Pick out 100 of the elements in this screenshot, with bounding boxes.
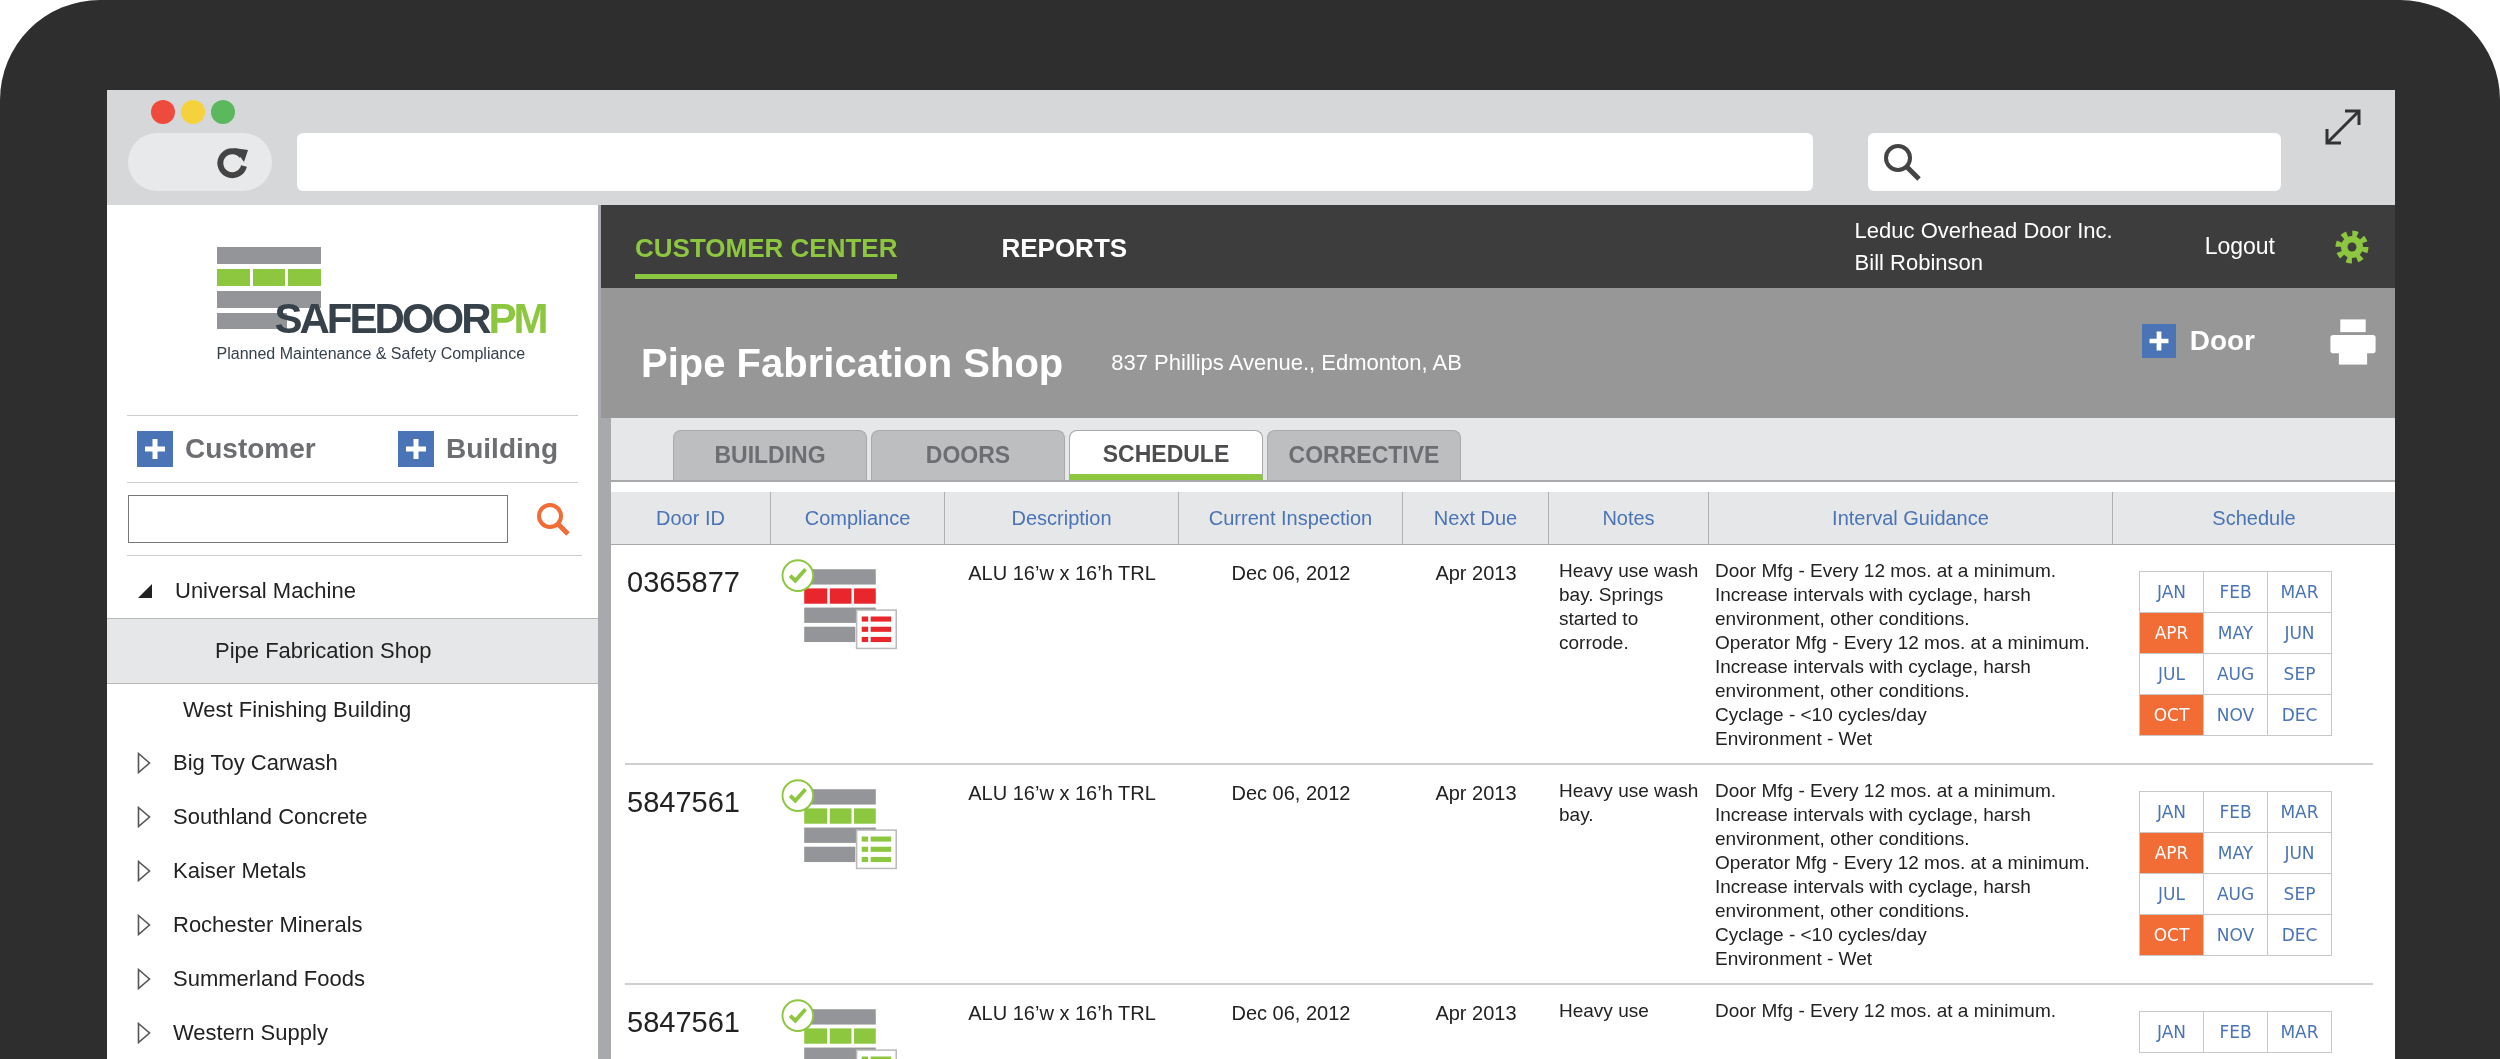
month-cell[interactable]: MAY xyxy=(2204,833,2268,874)
month-cell[interactable]: JUL xyxy=(2140,654,2204,695)
description-cell-text: ALU 16’w x 16’h TRL xyxy=(967,561,1157,586)
guidance-text: Environment - Wet xyxy=(1715,947,1873,971)
month-cell[interactable]: JUN xyxy=(2268,613,2332,654)
collapsed-triangle-icon[interactable] xyxy=(137,1022,151,1044)
search-icon[interactable] xyxy=(536,502,570,536)
month-cell[interactable]: SEP xyxy=(2268,654,2332,695)
tree-item[interactable]: Pipe Fabrication Shop xyxy=(107,618,598,684)
tab[interactable]: BUILDING xyxy=(673,430,867,480)
tree-item[interactable]: Western Supply xyxy=(107,1006,598,1059)
browser-search-field[interactable] xyxy=(1868,133,2281,191)
tab[interactable]: SCHEDULE xyxy=(1069,430,1263,480)
inspection-date: Dec 06, 2012 xyxy=(1230,781,1352,806)
column-header: Compliance xyxy=(771,492,945,544)
company-name: Leduc Overhead Door Inc. xyxy=(1854,216,2113,245)
search-icon xyxy=(1882,142,1922,182)
month-cell[interactable]: JAN xyxy=(2140,1012,2204,1053)
guidance-text: Door Mfg - Every 12 mos. at a minimum. xyxy=(1715,999,2058,1023)
logout-link[interactable]: Logout xyxy=(2204,233,2275,260)
guidance-text: Door Mfg - Every 12 mos. at a minimum. Increase intervals with cyclage, harsh environment, other conditions. xyxy=(1715,559,2058,631)
notes-text: Heavy use wash bay. xyxy=(1558,779,1700,827)
month-cell[interactable]: DEC xyxy=(2268,695,2332,736)
plus-icon xyxy=(398,431,434,467)
month-cell[interactable]: OCT xyxy=(2140,695,2204,736)
logo-wordmark: SAFEDOORPM xyxy=(274,295,547,343)
tree-item[interactable]: West Finishing Building xyxy=(107,684,598,736)
due-date: Apr 2013 xyxy=(1434,561,1518,586)
column-header: Interval Guidance xyxy=(1709,492,2113,544)
tab[interactable]: DOORS xyxy=(871,430,1065,480)
column-header: Description xyxy=(945,492,1179,544)
tab[interactable]: CORRECTIVE xyxy=(1267,430,1461,480)
month-cell[interactable]: MAR xyxy=(2268,572,2332,613)
month-cell[interactable]: OCT xyxy=(2140,915,2204,956)
month-cell[interactable]: MAR xyxy=(2268,792,2332,833)
plus-icon xyxy=(2141,324,2176,358)
guidance-text: Cyclage - <10 cycles/day xyxy=(1715,703,1928,727)
guidance-text: Door Mfg - Every 12 mos. at a minimum. Increase intervals with cyclage, harsh environment, other conditions. xyxy=(1715,779,2058,851)
month-cell[interactable]: NOV xyxy=(2204,695,2268,736)
month-cell[interactable]: SEP xyxy=(2268,874,2332,915)
collapsed-triangle-icon[interactable] xyxy=(137,752,151,774)
month-cell[interactable]: JAN xyxy=(2140,792,2204,833)
expand-icon[interactable] xyxy=(2323,107,2363,147)
tree-item[interactable]: Rochester Minerals xyxy=(107,898,598,952)
expanded-triangle-icon[interactable] xyxy=(137,583,153,599)
door-id: 5847561 xyxy=(626,1005,741,1040)
nav-tab[interactable]: CUSTOMER CENTER xyxy=(635,220,898,279)
due-date: Apr 2013 xyxy=(1434,1001,1518,1026)
collapsed-triangle-icon[interactable] xyxy=(137,968,151,990)
printer-icon[interactable] xyxy=(2329,318,2377,366)
tree-item[interactable]: Big Toy Carwash xyxy=(107,736,598,790)
description-cell-text: ALU 16’w x 16’h TRL xyxy=(967,781,1157,806)
tree-item[interactable]: Universal Machine xyxy=(107,564,598,618)
inspection-date: Dec 06, 2012 xyxy=(1230,1001,1352,1026)
month-cell[interactable]: DEC xyxy=(2268,915,2332,956)
due-date: Apr 2013 xyxy=(1434,781,1518,806)
collapsed-triangle-icon[interactable] xyxy=(137,806,151,828)
month-cell[interactable]: NOV xyxy=(2204,915,2268,956)
column-header: Door ID xyxy=(611,492,771,544)
collapsed-triangle-icon[interactable] xyxy=(137,914,151,936)
add-door-button[interactable]: Door xyxy=(2141,324,2255,358)
month-cell[interactable]: AUG xyxy=(2204,874,2268,915)
tree-item[interactable]: Southland Concrete xyxy=(107,790,598,844)
notes-text: Heavy use xyxy=(1558,999,1650,1023)
door-id: 0365877 xyxy=(626,565,741,600)
month-cell[interactable]: FEB xyxy=(2204,792,2268,833)
guidance-text: Cyclage - <10 cycles/day xyxy=(1715,923,1928,947)
search-field[interactable] xyxy=(128,495,508,543)
column-header: Notes xyxy=(1549,492,1709,544)
logo-tagline: Planned Maintenance & Safety Compliance xyxy=(216,345,526,363)
user-name: Bill Robinson xyxy=(1854,248,1984,277)
nav-tab[interactable]: REPORTS xyxy=(1001,220,1128,279)
month-cell[interactable]: FEB xyxy=(2204,572,2268,613)
month-cell[interactable]: MAR xyxy=(2268,1012,2332,1053)
guidance-text: Operator Mfg - Every 12 mos. at a minimum. Increase intervals with cyclage, harsh environment, other conditions. xyxy=(1715,851,2091,923)
month-cell[interactable]: JUL xyxy=(2140,874,2204,915)
collapsed-triangle-icon[interactable] xyxy=(137,860,151,882)
inspection-date: Dec 06, 2012 xyxy=(1230,561,1352,586)
tree-item[interactable]: Kaiser Metals xyxy=(107,844,598,898)
month-cell[interactable]: MAY xyxy=(2204,613,2268,654)
window-controls-icon[interactable] xyxy=(150,99,236,125)
column-header: Next Due xyxy=(1403,492,1549,544)
tree-item[interactable]: Summerland Foods xyxy=(107,952,598,1006)
column-header: Current Inspection xyxy=(1179,492,1403,544)
building-address: 837 Phillips Avenue., Edmonton, AB xyxy=(1111,350,1463,376)
add-button[interactable]: Customer xyxy=(137,431,316,467)
notes-text: Heavy use wash bay. Springs started to corrode. xyxy=(1558,559,1700,655)
building-title: Pipe Fabrication Shop xyxy=(641,340,1064,386)
month-cell[interactable]: APR xyxy=(2140,613,2204,654)
plus-icon xyxy=(137,431,173,467)
month-cell[interactable]: APR xyxy=(2140,833,2204,874)
add-button[interactable]: Building xyxy=(398,431,558,467)
settings-icon[interactable] xyxy=(2335,229,2369,264)
month-cell[interactable]: FEB xyxy=(2204,1012,2268,1053)
month-cell[interactable]: JUN xyxy=(2268,833,2332,874)
guidance-text: Environment - Wet xyxy=(1715,727,1873,751)
guidance-text: Operator Mfg - Every 12 mos. at a minimum. Increase intervals with cyclage, harsh environment, other conditions. xyxy=(1715,631,2091,703)
month-cell[interactable]: AUG xyxy=(2204,654,2268,695)
door-id: 5847561 xyxy=(626,785,741,820)
month-cell[interactable]: JAN xyxy=(2140,572,2204,613)
